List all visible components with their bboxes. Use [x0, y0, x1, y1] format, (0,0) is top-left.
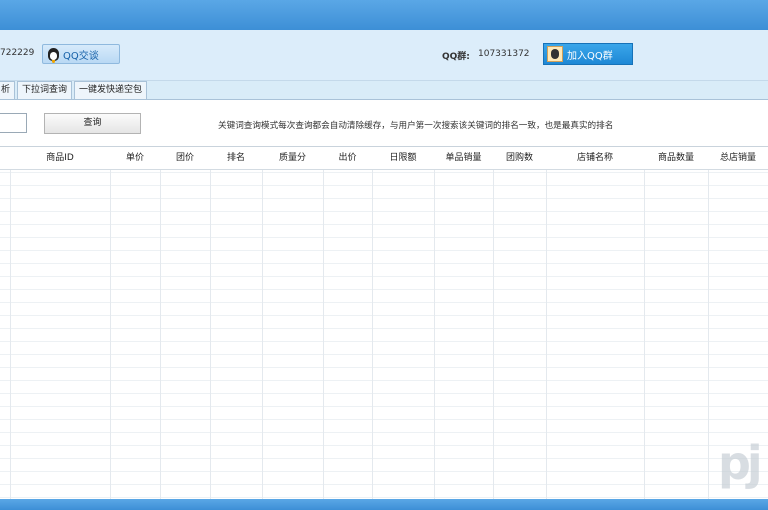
- qq-number-label: 722229: [0, 48, 35, 58]
- col-header-group-price[interactable]: 团价: [160, 147, 210, 169]
- col-header-total-sales[interactable]: 总店销量: [708, 147, 768, 169]
- qq-chat-button[interactable]: QQ交谈: [42, 44, 120, 64]
- keyword-input[interactable]: [0, 113, 27, 133]
- col-header-quality-score[interactable]: 质量分: [262, 147, 323, 169]
- avatar-icon: [547, 46, 563, 62]
- tab-dropdown-query[interactable]: 下拉词查询: [17, 81, 73, 99]
- column-divider: [493, 147, 494, 500]
- col-header-product-count[interactable]: 商品数量: [644, 147, 708, 169]
- column-divider: [10, 147, 11, 500]
- status-bar: [0, 499, 768, 510]
- col-header-group-count[interactable]: 团购数: [493, 147, 546, 169]
- watermark-logo: pj: [718, 436, 763, 490]
- col-header-bid[interactable]: 出价: [323, 147, 372, 169]
- qq-group-label: QQ群:: [442, 52, 470, 62]
- column-divider: [210, 147, 211, 500]
- tab-bar: 析 下拉词查询 一键发快递空包: [0, 81, 149, 99]
- join-qq-group-button[interactable]: 加入QQ群: [543, 43, 633, 65]
- col-header-item-sales[interactable]: 单品销量: [434, 147, 493, 169]
- join-qq-group-label: 加入QQ群: [567, 50, 613, 62]
- column-divider: [434, 147, 435, 500]
- tab-express-package[interactable]: 一键发快递空包: [74, 81, 148, 99]
- query-notice: 关键词查询模式每次查询都会自动清除缓存，与用户第一次搜索该关键词的排名一致，也是…: [218, 121, 614, 131]
- results-table[interactable]: 商品ID 单价 团价 排名 质量分 出价 日限额 单品销量 团购数 店铺名称 商…: [0, 146, 768, 500]
- qq-chat-label: QQ交谈: [63, 50, 99, 62]
- column-divider: [644, 147, 645, 500]
- query-button[interactable]: 查询: [44, 113, 141, 134]
- column-divider: [110, 147, 111, 500]
- tab-analysis[interactable]: 析: [0, 81, 16, 99]
- col-header-product-id[interactable]: 商品ID: [10, 147, 110, 169]
- col-header-unit-price[interactable]: 单价: [110, 147, 160, 169]
- window-titlebar: [0, 0, 768, 30]
- col-header-rank[interactable]: 排名: [210, 147, 262, 169]
- qq-penguin-icon: [47, 47, 60, 61]
- column-divider: [323, 147, 324, 500]
- column-divider: [546, 147, 547, 500]
- col-header-shop-name[interactable]: 店铺名称: [546, 147, 644, 169]
- column-divider: [262, 147, 263, 500]
- table-header: 商品ID 单价 团价 排名 质量分 出价 日限额 单品销量 团购数 店铺名称 商…: [0, 147, 768, 170]
- col-header-daily-limit[interactable]: 日限额: [372, 147, 434, 169]
- column-divider: [372, 147, 373, 500]
- column-divider: [708, 147, 709, 500]
- qq-group-number: 107331372: [478, 49, 530, 59]
- column-divider: [160, 147, 161, 500]
